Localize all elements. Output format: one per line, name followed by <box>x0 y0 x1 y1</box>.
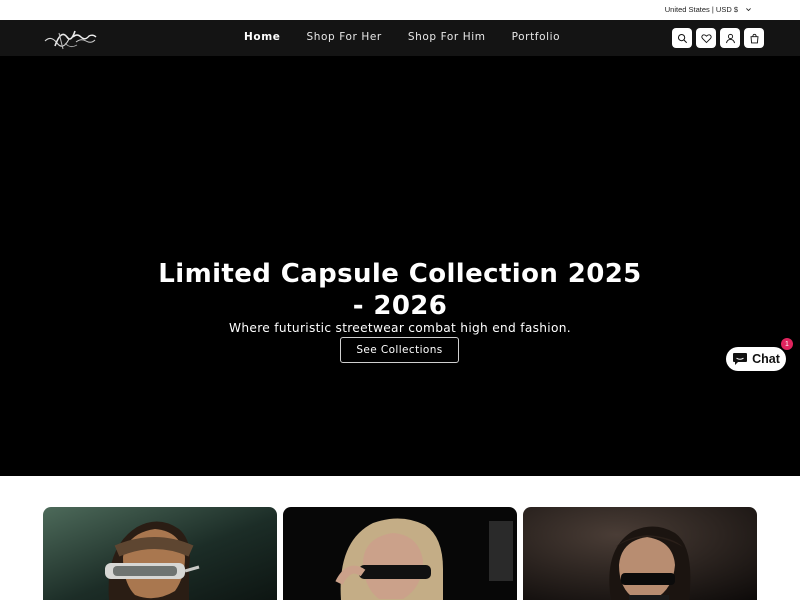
collection-card[interactable] <box>523 507 757 600</box>
brand-logo-icon[interactable] <box>43 25 98 52</box>
hero-banner: Limited Capsule Collection 2025 - 2026 W… <box>0 56 800 476</box>
country-currency-label: United States | USD $ <box>664 5 738 14</box>
search-button[interactable] <box>672 28 692 48</box>
cart-icon <box>750 33 758 43</box>
collection-card[interactable] <box>283 507 517 600</box>
chat-button[interactable]: Chat <box>726 347 786 371</box>
collection-cards <box>43 507 758 600</box>
hero-title: Limited Capsule Collection 2025 - 2026 <box>150 258 650 322</box>
chat-label: Chat <box>752 352 780 366</box>
hero-subtitle: Where futuristic streetwear combat high … <box>229 321 571 335</box>
account-button[interactable] <box>720 28 740 48</box>
chat-notification-badge: 1 <box>781 338 793 350</box>
cart-button[interactable] <box>744 28 764 48</box>
nav-link-shop-for-him[interactable]: Shop For Him <box>408 30 486 44</box>
account-icon <box>725 33 735 43</box>
country-currency-selector[interactable]: United States | USD $ <box>665 5 752 14</box>
search-icon <box>677 33 687 43</box>
nav-link-home[interactable]: Home <box>244 30 280 44</box>
utility-bar: United States | USD $ <box>0 0 800 20</box>
heart-icon <box>700 33 712 43</box>
nav-link-shop-for-her[interactable]: Shop For Her <box>306 30 381 44</box>
header-icons <box>672 28 764 48</box>
site-header: Home Shop For Her Shop For Him Portfolio <box>0 20 800 56</box>
hero-title-bold: Limited Capsule <box>158 259 400 289</box>
chevron-down-icon <box>746 8 751 12</box>
see-collections-button[interactable]: See Collections <box>340 337 459 363</box>
wishlist-button[interactable] <box>696 28 716 48</box>
model-photo-visor-dark-hair <box>523 507 757 600</box>
model-photo-visor-blonde <box>283 507 517 600</box>
nav-link-portfolio[interactable]: Portfolio <box>512 30 561 44</box>
model-photo-visor-male <box>43 507 277 600</box>
collection-card[interactable] <box>43 507 277 600</box>
chat-bubble-icon <box>733 353 748 365</box>
main-nav: Home Shop For Her Shop For Him Portfolio <box>244 30 560 44</box>
